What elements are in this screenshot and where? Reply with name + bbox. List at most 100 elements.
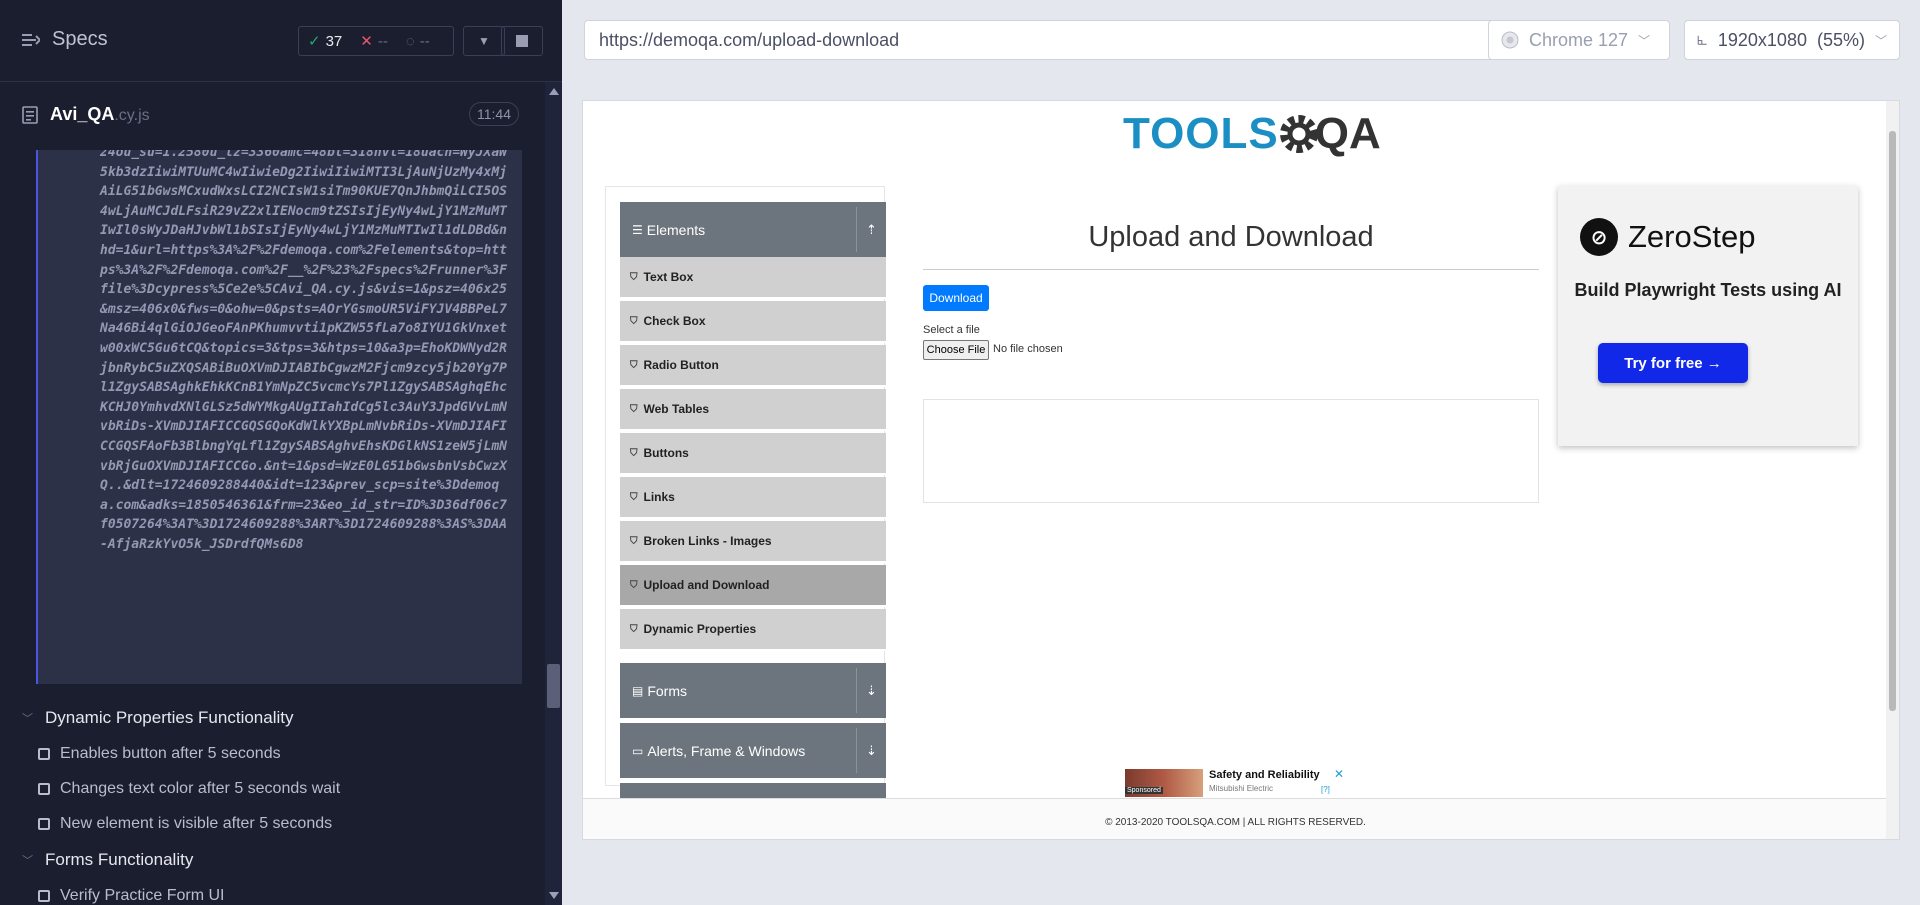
browser-name: Chrome 127 (1529, 29, 1629, 50)
specs-link[interactable]: Specs (22, 28, 108, 51)
ad-tagline: Build Playwright Tests using AI (1574, 280, 1842, 300)
menu-label: Dynamic Properties (643, 622, 757, 636)
viewport-zoom: (55%) (1816, 29, 1865, 50)
viewport-icon (1697, 35, 1707, 45)
left-menu: ☰ Elements ⇡ ⛉ Text Box ⛉ Check Box ⛉ Ra… (605, 186, 886, 803)
choose-file-button[interactable]: Choose File (923, 340, 989, 360)
test-title: New element is visible after 5 seconds (60, 815, 333, 832)
code-text: 24ou_su=1.2580u_tz=3360amc=48bt=318nvt=1… (100, 150, 507, 552)
group-title: Alerts, Frame & Windows (647, 742, 806, 759)
browser-selector[interactable]: Chrome 127 ﹀ (1488, 20, 1670, 60)
zerostep-logo-icon: ⊘ (1580, 218, 1618, 256)
cypress-panel: Specs ✓ 37 ✕ -- ◌ -- ▼ Avi_QA.cy.js 11:4… (0, 0, 562, 905)
menu-item-buttons[interactable]: ⛉ Buttons (620, 433, 886, 475)
menu-label: Upload and Download (643, 578, 770, 592)
menu-label: Check Box (643, 314, 706, 328)
test-status-icon (38, 890, 50, 902)
failed-stat: ✕ -- (351, 32, 397, 51)
test-item[interactable]: New element is visible after 5 seconds (38, 815, 332, 833)
test-item[interactable]: Enables button after 5 seconds (38, 745, 281, 763)
ad-brand: ⊘ ZeroStep (1580, 218, 1756, 256)
zerostep-ad[interactable]: ⊘ ZeroStep Build Playwright Tests using … (1558, 186, 1858, 446)
aut-iframe: TOOLS QA ☰ Elements ⇡ ⛉ Text Box ⛉ Check… (582, 100, 1900, 840)
spec-ext: .cy.js (114, 107, 150, 124)
spinner-icon: ◌ (405, 32, 415, 50)
scroll-thumb[interactable] (547, 664, 560, 708)
bottom-ad-banner[interactable]: Sponsored Safety and Reliability Mitsubi… (1123, 767, 1349, 797)
scroll-down-icon[interactable] (549, 892, 559, 899)
ad-title: Safety and Reliability (1209, 769, 1320, 781)
aut-scroll-thumb[interactable] (1889, 131, 1896, 711)
menu-item-text-box[interactable]: ⛉ Text Box (620, 257, 886, 299)
ad-brand-text: ZeroStep (1628, 219, 1756, 254)
logo-end: QA (1314, 109, 1381, 158)
url-bar[interactable]: https://demoqa.com/upload-download (584, 20, 1495, 60)
menu-item-broken-links[interactable]: ⛉ Broken Links - Images (620, 521, 886, 563)
ad-info[interactable]: [?] (1321, 785, 1330, 794)
toolsqa-logo[interactable]: TOOLS QA (1123, 109, 1381, 159)
close-icon[interactable]: ✕ (1334, 767, 1344, 781)
chevron-down-icon: ﹀ (22, 713, 33, 725)
specs-icon (22, 33, 40, 46)
file-icon (22, 106, 38, 124)
arrow-up-icon[interactable]: ⇡ (856, 207, 886, 252)
group-title: Elements (646, 221, 706, 238)
shield-icon: ⛉ (630, 359, 638, 371)
passed-stat: ✓ 37 (299, 32, 351, 51)
passed-count: 37 (325, 32, 343, 50)
logo-main: TOOLS (1123, 109, 1279, 158)
shield-icon: ⛉ (630, 403, 638, 415)
x-icon: ✕ (360, 33, 373, 50)
title-divider (923, 269, 1539, 270)
menu-label: Buttons (643, 446, 689, 460)
shield-icon: ⛉ (630, 271, 638, 283)
select-file-label: Select a file (923, 324, 980, 336)
gear-icon (1279, 115, 1318, 153)
arrow-down-icon[interactable]: ⇣ (856, 728, 886, 773)
test-title: Changes text color after 5 seconds wait (60, 780, 341, 797)
scroll-up-icon[interactable] (549, 88, 559, 95)
suite-dynamic-properties[interactable]: ﹀ Dynamic Properties Functionality (22, 708, 293, 728)
run-stats: ✓ 37 ✕ -- ◌ -- (298, 26, 454, 56)
elements-group-header[interactable]: ☰ Elements ⇡ (620, 202, 886, 257)
no-file-text: No file chosen (993, 343, 1063, 355)
check-icon: ✓ (308, 33, 321, 50)
shield-icon: ⛉ (630, 447, 638, 459)
menu-item-upload-download[interactable]: ⛉ Upload and Download (620, 565, 886, 607)
aut-panel: https://demoqa.com/upload-download Chrom… (562, 0, 1920, 905)
alerts-group-header[interactable]: ▭ Alerts, Frame & Windows ⇣ (620, 723, 886, 778)
stop-icon (516, 35, 528, 47)
menu-item-check-box[interactable]: ⛉ Check Box (620, 301, 886, 343)
command-log-scrollbar[interactable] (545, 82, 562, 905)
aut-scrollbar[interactable] (1886, 101, 1899, 839)
test-status-icon (38, 748, 50, 760)
menu-item-links[interactable]: ⛉ Links (620, 477, 886, 519)
viewport-selector[interactable]: 1920x1080 (55%) ﹀ (1684, 20, 1900, 60)
stop-button[interactable] (501, 26, 543, 56)
test-item[interactable]: Verify Practice Form UI (38, 887, 224, 905)
ad-cta-button[interactable]: Try for free → (1598, 343, 1748, 383)
download-button[interactable]: Download (923, 285, 989, 311)
spec-duration: 11:44 (469, 102, 519, 126)
spec-file-name: Avi_QA.cy.js (50, 104, 150, 125)
test-status-icon (38, 783, 50, 795)
file-icon: ▤ (632, 683, 644, 698)
pending-count: -- (419, 32, 430, 50)
page-footer: © 2013-2020 TOOLSQA.COM | ALL RIGHTS RES… (583, 798, 1888, 839)
group-title: Forms (647, 682, 688, 699)
pending-stat: ◌ -- (397, 33, 439, 50)
specs-header: Specs ✓ 37 ✕ -- ◌ -- ▼ (0, 0, 562, 82)
collapse-button[interactable]: ▼ (463, 26, 505, 56)
sponsored-label: Sponsored (1125, 787, 1163, 794)
menu-item-web-tables[interactable]: ⛉ Web Tables (620, 389, 886, 431)
suite-forms[interactable]: ﹀ Forms Functionality (22, 850, 193, 870)
chevron-down-icon: ▼ (478, 34, 490, 48)
arrow-down-icon[interactable]: ⇣ (856, 668, 886, 713)
menu-item-radio-button[interactable]: ⛉ Radio Button (620, 345, 886, 387)
forms-group-header[interactable]: ▤ Forms ⇣ (620, 663, 886, 718)
failed-count: -- (377, 32, 388, 50)
shield-icon: ⛉ (630, 579, 638, 591)
test-item[interactable]: Changes text color after 5 seconds wait (38, 780, 340, 798)
menu-item-dynamic-properties[interactable]: ⛉ Dynamic Properties (620, 609, 886, 651)
upload-result-box (923, 399, 1539, 503)
